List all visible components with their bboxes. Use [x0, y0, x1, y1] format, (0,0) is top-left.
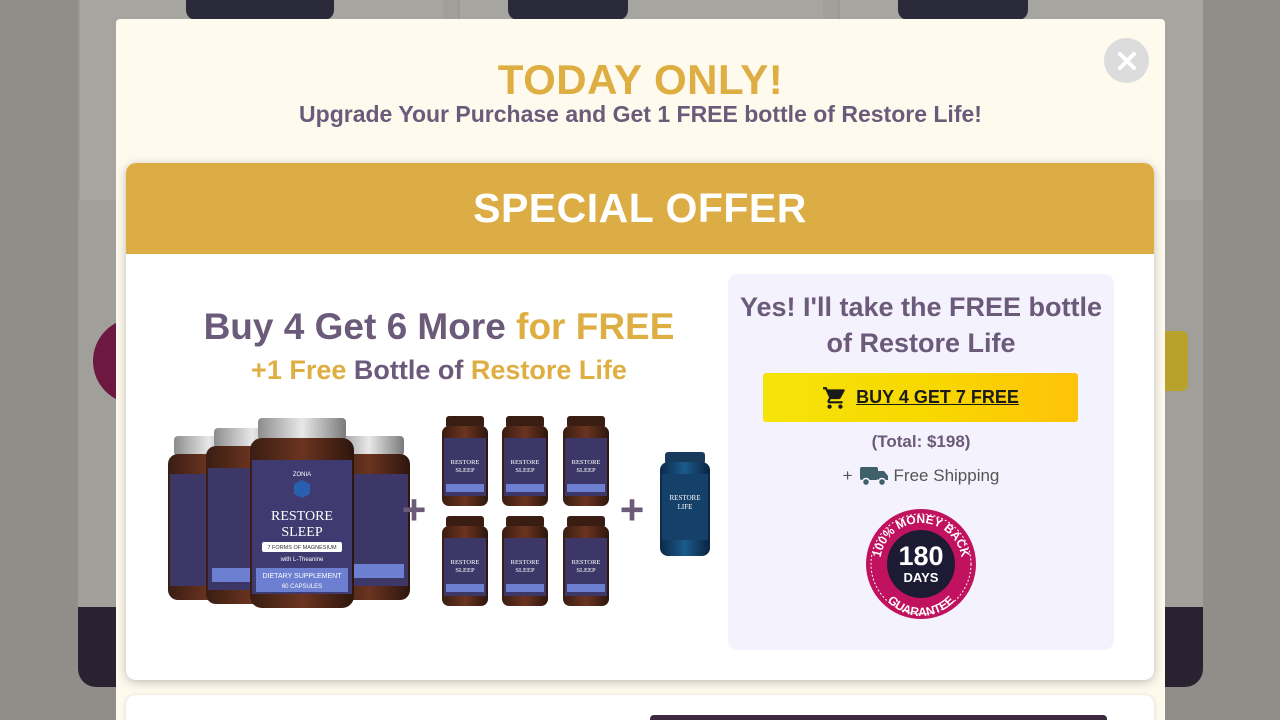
small-bottle-name-line2: SLEEP	[576, 567, 596, 574]
product-with: with L-Theanine	[280, 557, 324, 563]
small-bottle: RESTORESLEEP	[563, 516, 609, 606]
cart-icon	[823, 386, 845, 409]
product-name-line1: RESTORE	[271, 509, 333, 524]
shipping-text: Free Shipping	[893, 466, 1000, 485]
life-name-line1: RESTORE	[670, 494, 701, 502]
small-bottle-name-line1: RESTORE	[511, 459, 540, 466]
shipping-info: + Free Shipping	[728, 465, 1114, 487]
small-bottle-name-line2: SLEEP	[455, 467, 475, 474]
small-bottle-name-line2: SLEEP	[515, 567, 535, 574]
plus-sign: +	[620, 486, 645, 533]
small-bottle: RESTORESLEEP	[442, 516, 488, 606]
free-bottles-grid: RESTORESLEEPRESTORESLEEPRESTORESLEEPREST…	[442, 416, 609, 606]
modal-subtitle: Upgrade Your Purchase and Get 1 FREE bot…	[299, 101, 982, 127]
product-name-line2: SLEEP	[281, 525, 322, 540]
modal-title: TODAY ONLY!	[497, 56, 784, 103]
small-bottle: RESTORESLEEP	[502, 416, 548, 506]
small-bottle-name-line1: RESTORE	[451, 459, 480, 466]
small-bottle-name-line2: SLEEP	[455, 567, 475, 574]
product-capsules: 60 CAPSULES	[282, 584, 322, 590]
cta-panel: Yes! I'll take the FREE bottle of Restor…	[728, 274, 1114, 650]
small-bottle-name-line2: SLEEP	[576, 467, 596, 474]
small-bottle-name-line1: RESTORE	[572, 559, 601, 566]
background-bottle	[508, 0, 628, 20]
small-bottle-name-line1: RESTORE	[511, 559, 540, 566]
badge-days-number: 180	[898, 541, 943, 571]
close-button[interactable]	[1104, 38, 1149, 83]
headline-main: Buy 4 Get 6 More	[203, 306, 506, 347]
order-total: (Total: $198)	[871, 432, 971, 451]
badge-days-unit: DAYS	[904, 570, 939, 585]
life-name-line2: LIFE	[678, 503, 693, 511]
shipping-prefix: +	[842, 466, 853, 485]
subline-plus: +1 Free	[251, 355, 347, 385]
small-bottle-name-line1: RESTORE	[572, 459, 601, 466]
buy-button-label: BUY 4 GET 7 FREE	[856, 387, 1019, 407]
close-icon	[1117, 51, 1136, 70]
small-bottle: RESTORESLEEP	[563, 416, 609, 506]
small-bottle: RESTORESLEEP	[442, 416, 488, 506]
background-bottle	[898, 0, 1028, 20]
headline-accent: for FREE	[516, 306, 675, 347]
subline-mid: Bottle of	[353, 355, 464, 385]
special-offer-banner: SPECIAL OFFER	[126, 163, 1154, 254]
small-bottle: RESTORESLEEP	[502, 516, 548, 606]
product-supplement: DIETARY SUPPLEMENT	[263, 573, 343, 580]
next-offer-card	[126, 695, 1154, 720]
money-back-guarantee-badge: 100% MONEY BACK GUARANTEE 180 DAYS	[866, 509, 976, 619]
upsell-modal: TODAY ONLY! Upgrade Your Purchase and Ge…	[116, 19, 1165, 720]
restore-life-bottle: RESTORE LIFE	[660, 452, 710, 556]
plus-sign: +	[402, 486, 427, 533]
buy-4-get-7-free-button[interactable]: BUY 4 GET 7 FREE	[763, 373, 1078, 422]
bottle-front: ZONIA RESTORE SLEEP 7 FORMS OF MAGNESIUM…	[250, 418, 354, 608]
special-offer-card: SPECIAL OFFER Buy 4 Get 6 More for FREE …	[126, 163, 1154, 680]
small-bottle-name-line1: RESTORE	[451, 559, 480, 566]
offer-subline: +1 Free Bottle of Restore Life	[126, 355, 752, 386]
offer-details: Buy 4 Get 6 More for FREE +1 Free Bottle…	[126, 254, 726, 680]
truck-icon	[859, 467, 888, 487]
product-feature: 7 FORMS OF MAGNESIUM	[267, 545, 336, 551]
next-offer-bar	[650, 715, 1107, 720]
special-offer-label: SPECIAL OFFER	[473, 185, 807, 231]
product-bundle-image: ZONIA RESTORE SLEEP 7 FORMS OF MAGNESIUM…	[168, 416, 710, 608]
small-bottle-name-line2: SLEEP	[515, 467, 535, 474]
offer-headline: Buy 4 Get 6 More for FREE	[126, 306, 752, 348]
product-brand: ZONIA	[293, 472, 311, 478]
cta-title: Yes! I'll take the FREE bottle of Restor…	[739, 292, 1102, 358]
background-bottle	[186, 0, 334, 20]
subline-product: Restore Life	[470, 355, 627, 385]
